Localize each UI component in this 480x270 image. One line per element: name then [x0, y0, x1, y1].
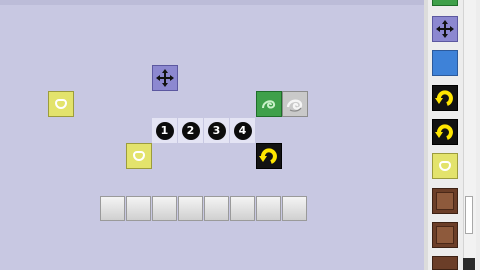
- platform-segment[interactable]: [152, 196, 177, 221]
- palette-green-block[interactable]: [432, 0, 458, 6]
- platform-segment[interactable]: [282, 196, 307, 221]
- rounded-square-icon: [55, 99, 67, 109]
- palette-brown-block[interactable]: [432, 222, 458, 248]
- rotate-arrow-icon: [259, 148, 277, 164]
- crate-icon: [436, 226, 454, 244]
- move-block[interactable]: [152, 65, 178, 91]
- number-tile-2[interactable]: 2: [178, 118, 203, 143]
- rounded-square-icon: [439, 161, 451, 171]
- number-tile-3[interactable]: 3: [204, 118, 229, 143]
- number-tile-4[interactable]: 4: [230, 118, 255, 143]
- crate-icon: [436, 192, 454, 210]
- palette-rotate-block[interactable]: [432, 119, 458, 145]
- yellow-block[interactable]: [126, 143, 152, 169]
- palette-blue-block[interactable]: [432, 50, 458, 76]
- scroll-down-button[interactable]: [463, 258, 475, 270]
- palette-brown-block[interactable]: [432, 188, 458, 214]
- yellow-block[interactable]: [48, 91, 74, 117]
- four-arrows-icon: [156, 69, 174, 87]
- platform-segment[interactable]: [126, 196, 151, 221]
- number-badge: 4: [233, 121, 252, 140]
- platform-segment[interactable]: [204, 196, 229, 221]
- number-badge: 2: [181, 121, 200, 140]
- platform-segment[interactable]: [178, 196, 203, 221]
- rotate-block[interactable]: [256, 143, 282, 169]
- palette-yellow-block[interactable]: [432, 153, 458, 179]
- palette-divider: [424, 0, 428, 270]
- platform-segment[interactable]: [100, 196, 125, 221]
- platform-segment[interactable]: [230, 196, 255, 221]
- rotate-arrow-icon: [435, 90, 453, 106]
- gray-block[interactable]: [282, 91, 308, 117]
- green-block[interactable]: [256, 91, 282, 117]
- top-border: [0, 0, 424, 5]
- palette-move-block[interactable]: [432, 16, 458, 42]
- rounded-square-icon: [133, 151, 145, 161]
- swirl-icon: [262, 100, 276, 109]
- scrollbar-thumb[interactable]: [465, 196, 473, 234]
- palette-rotate-block[interactable]: [432, 85, 458, 111]
- number-badge: 1: [155, 121, 174, 140]
- four-arrows-icon: [436, 20, 454, 38]
- game-canvas[interactable]: 1 2 3 4: [0, 0, 424, 270]
- swirl-icon: [286, 99, 303, 112]
- rotate-arrow-icon: [435, 124, 453, 140]
- palette-brown-block[interactable]: [432, 256, 458, 270]
- number-badge: 3: [207, 121, 226, 140]
- number-tile-1[interactable]: 1: [152, 118, 177, 143]
- platform-segment[interactable]: [256, 196, 281, 221]
